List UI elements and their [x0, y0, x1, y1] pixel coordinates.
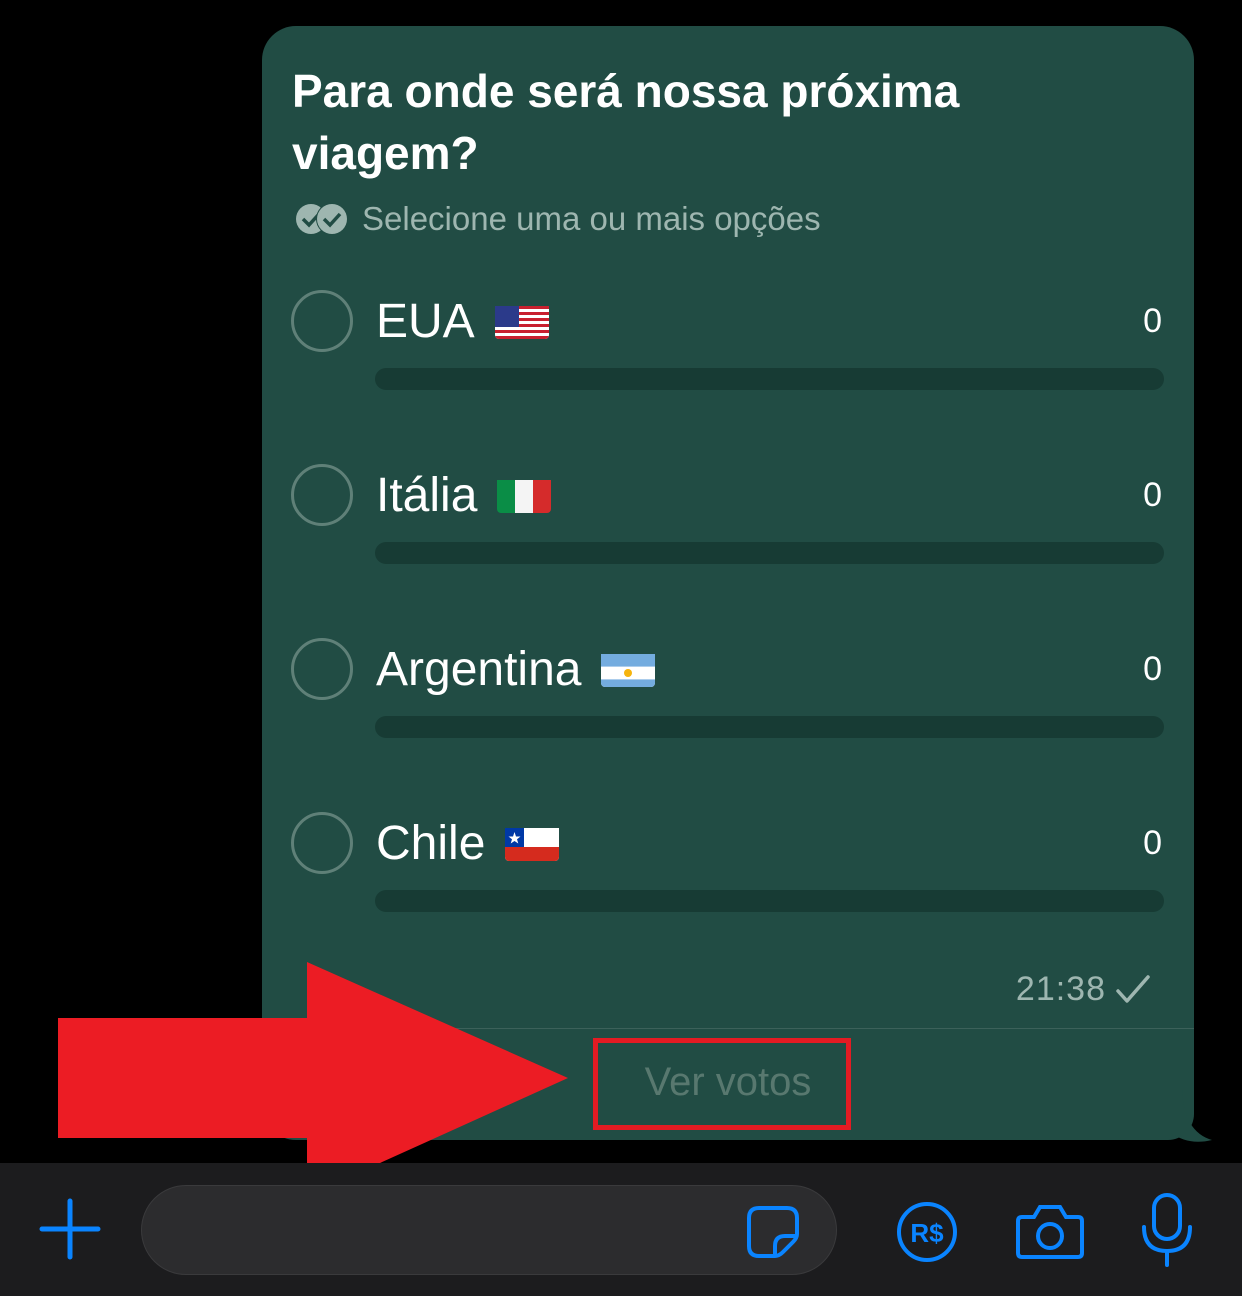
vote-count: 0	[1143, 476, 1162, 514]
pix-rs-icon[interactable]: R$	[896, 1201, 958, 1268]
vote-count: 0	[1143, 650, 1162, 688]
vote-progress-bar	[375, 368, 1164, 390]
option-label: Argentina	[376, 642, 656, 698]
pix-label: R$	[910, 1218, 944, 1248]
annotation-highlight-box	[593, 1038, 851, 1130]
vote-progress-bar	[375, 542, 1164, 564]
multi-select-icon	[296, 203, 348, 235]
vote-count: 0	[1143, 824, 1162, 862]
divider	[262, 1028, 1194, 1029]
plus-icon[interactable]	[38, 1197, 102, 1266]
option-label: Itália	[376, 468, 552, 524]
us-flag-icon	[494, 301, 549, 340]
message-input[interactable]	[141, 1185, 837, 1275]
poll-subtitle-text: Selecione uma ou mais opções	[362, 200, 821, 237]
option-label: EUA	[376, 294, 549, 350]
single-check-icon	[1116, 974, 1150, 1003]
poll-message-bubble: Para onde será nossa próxima viagem? Sel…	[262, 26, 1194, 1140]
bubble-tail	[1170, 1090, 1212, 1142]
chile-flag-icon	[505, 823, 560, 862]
radio-button[interactable]	[291, 812, 353, 874]
radio-button[interactable]	[291, 464, 353, 526]
radio-button[interactable]	[291, 290, 353, 352]
option-label: Chile	[376, 816, 560, 872]
radio-button[interactable]	[291, 638, 353, 700]
vote-count: 0	[1143, 302, 1162, 340]
vote-progress-bar	[375, 890, 1164, 912]
vote-progress-bar	[375, 716, 1164, 738]
poll-option-italia[interactable]: Itália 0	[262, 464, 1194, 594]
camera-icon[interactable]	[1016, 1203, 1084, 1264]
message-input-bar: R$	[0, 1163, 1242, 1296]
poll-option-chile[interactable]: Chile 0	[262, 812, 1194, 942]
poll-question: Para onde será nossa próxima viagem?	[292, 65, 960, 179]
sticker-icon[interactable]	[745, 1204, 801, 1265]
poll-option-argentina[interactable]: Argentina 0	[262, 638, 1194, 768]
message-timestamp: 21:38	[1016, 970, 1152, 1009]
poll-option-eua[interactable]: EUA 0	[262, 290, 1194, 420]
poll-subtitle: Selecione uma ou mais opções	[294, 200, 821, 238]
italy-flag-icon	[497, 475, 552, 514]
microphone-icon[interactable]	[1140, 1193, 1194, 1274]
argentina-flag-icon	[601, 649, 656, 688]
